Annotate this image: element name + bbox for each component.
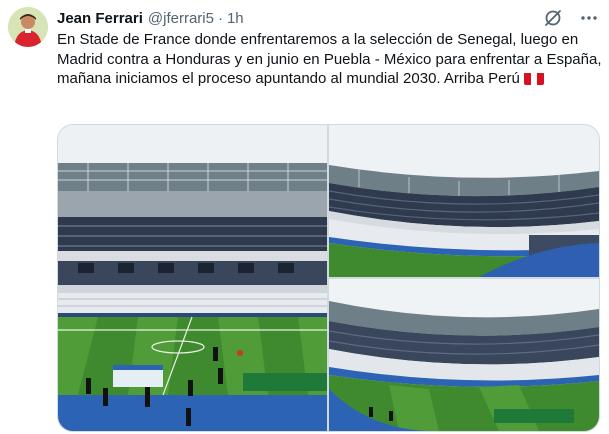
avatar-image — [8, 7, 48, 47]
tweet[interactable]: Jean Ferrari @jferrari5 · 1h En Stade de… — [0, 0, 609, 434]
header-actions — [543, 8, 599, 28]
tweet-header: Jean Ferrari @jferrari5 · 1h — [57, 8, 244, 28]
stadium-photo-stands[interactable] — [329, 125, 599, 277]
media-grid — [57, 124, 600, 432]
separator-dot: · — [217, 9, 223, 27]
author-handle[interactable]: @jferrari5 — [148, 10, 214, 27]
stadium-photo-pitch[interactable] — [329, 279, 599, 431]
tweet-text: En Stade de France donde enfrentaremos a… — [57, 30, 602, 89]
author-name[interactable]: Jean Ferrari — [57, 10, 143, 27]
more-icon[interactable] — [579, 8, 599, 28]
timestamp[interactable]: 1h — [227, 10, 244, 27]
stadium-photo-wide[interactable] — [58, 125, 327, 431]
peru-flag-icon — [523, 72, 544, 85]
grok-icon[interactable] — [543, 8, 563, 28]
avatar[interactable] — [8, 7, 48, 47]
